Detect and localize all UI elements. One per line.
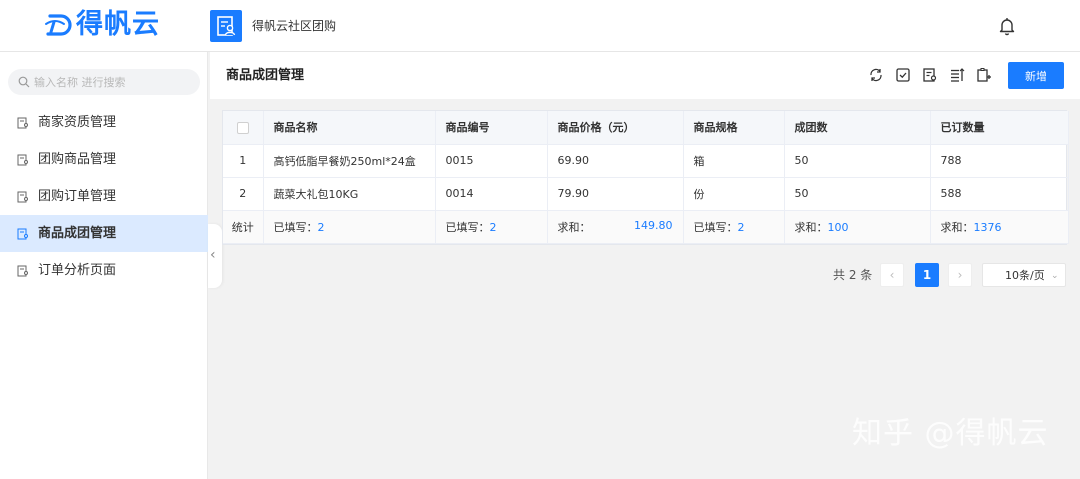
summary-value: 2 [317, 220, 325, 234]
cell-product-name: 高钙低脂早餐奶250ml*24盒 [263, 144, 436, 178]
cell-product-code: 0014 [435, 177, 548, 211]
bell-icon[interactable] [998, 16, 1016, 36]
summary-prefix: 求和： [940, 220, 974, 234]
sidebar-item-label: 团购商品管理 [38, 152, 117, 167]
summary-value: 2 [737, 220, 745, 234]
add-button[interactable]: 新增 [1008, 62, 1064, 89]
form-icon [17, 117, 28, 129]
summary-cell: 已填写：2 [435, 210, 548, 244]
select-all-checkbox[interactable] [223, 111, 264, 145]
summary-cell: 求和：100 [784, 210, 931, 244]
column-header[interactable]: 成团数 [784, 111, 931, 145]
chevron-left-icon: ‹ [210, 247, 216, 263]
summary-value: 1376 [973, 220, 1002, 234]
column-header[interactable]: 商品名称 [263, 111, 436, 145]
cell-group-count: 50 [784, 177, 931, 211]
page-title: 商品成团管理 [226, 68, 305, 83]
page-1-button[interactable]: 1 [915, 263, 939, 287]
app-title: 得帆云社区团购 [252, 19, 337, 33]
column-header[interactable]: 商品编号 [435, 111, 548, 145]
form-icon [17, 265, 28, 277]
logo[interactable]: 得帆云 [44, 8, 160, 42]
form-icon [17, 154, 28, 166]
page-size-select[interactable]: 10条/页 ⌄ [982, 263, 1066, 287]
sidebar-collapse-handle[interactable]: ‹ [208, 224, 222, 288]
sidebar-item-group-formation[interactable]: 商品成团管理 [0, 215, 208, 252]
sidebar-item-label: 订单分析页面 [38, 263, 117, 278]
checkbox-icon [236, 121, 249, 134]
column-header[interactable]: 商品规格 [683, 111, 785, 145]
app-icon[interactable] [210, 10, 242, 42]
checkbox-select-icon[interactable] [895, 67, 911, 83]
summary-prefix: 已填写： [273, 220, 318, 234]
sidebar-item-merchant-qualification[interactable]: 商家资质管理 [0, 104, 208, 141]
cell-spec: 份 [683, 177, 785, 211]
table-row[interactable]: 2 蔬菜大礼包10KG 0014 79.90 份 50 588 [223, 177, 1069, 211]
summary-value: 2 [489, 220, 497, 234]
summary-prefix: 已填写： [693, 220, 738, 234]
summary-prefix: 已填写： [445, 220, 490, 234]
content-toolbar: 商品成团管理 新增 [210, 52, 1080, 99]
page-size-label: 10条/页 [1005, 269, 1045, 282]
sidebar-item-group-products[interactable]: 团购商品管理 [0, 141, 208, 178]
sidebar-item-label: 商品成团管理 [38, 226, 117, 241]
form-view-icon[interactable] [922, 67, 938, 83]
column-sort-icon[interactable] [949, 67, 965, 83]
add-document-icon[interactable] [976, 67, 992, 83]
pagination-total: 共 2 条 [833, 268, 873, 282]
cell-ordered: 788 [930, 144, 1069, 178]
summary-cell: 已填写：2 [683, 210, 785, 244]
data-table: 商品名称 商品编号 商品价格（元） 商品规格 成团数 已订数量 1 高钙低脂早餐… [222, 110, 1069, 245]
cell-product-code: 0015 [435, 144, 548, 178]
sidebar-item-order-analysis[interactable]: 订单分析页面 [0, 252, 208, 289]
prev-page-button[interactable]: ‹ [880, 263, 904, 287]
sidebar-item-label: 团购订单管理 [38, 189, 117, 204]
logo-mark-icon [45, 14, 72, 36]
summary-cell: 求和：1376 [930, 210, 1069, 244]
table-header-row: 商品名称 商品编号 商品价格（元） 商品规格 成团数 已订数量 [223, 111, 1069, 145]
search-icon [18, 76, 30, 88]
watermark: 知乎 @得帆云 [852, 416, 1049, 451]
summary-cell: 求和： 149.80 [547, 210, 684, 244]
sidebar-item-label: 商家资质管理 [38, 115, 117, 130]
summary-row: 统计 已填写：2 已填写：2 求和： 149.80 已填写：2 求和：100 求和… [223, 210, 1069, 244]
sidebar: 商家资质管理 团购商品管理 团购订单管理 商品成团管理 订单分析页面 [0, 52, 208, 479]
summary-value: 100 [827, 220, 849, 234]
column-header[interactable]: 已订数量 [930, 111, 1069, 145]
search-input[interactable] [34, 73, 194, 91]
column-header[interactable]: 商品价格（元） [547, 111, 684, 145]
summary-prefix: 求和： [557, 220, 591, 234]
logo-text: 得帆云 [76, 9, 160, 40]
form-icon [17, 191, 28, 203]
summary-cell: 已填写：2 [263, 210, 436, 244]
next-page-button[interactable]: › [948, 263, 972, 287]
refresh-icon[interactable] [868, 67, 884, 83]
table-row[interactable]: 1 高钙低脂早餐奶250ml*24盒 0015 69.90 箱 50 788 [223, 144, 1069, 178]
form-icon [17, 228, 28, 240]
cell-group-count: 50 [784, 144, 931, 178]
cell-price: 79.90 [547, 177, 684, 211]
cell-product-name: 蔬菜大礼包10KG [263, 177, 436, 211]
cell-price: 69.90 [547, 144, 684, 178]
summary-prefix: 求和： [794, 220, 828, 234]
cell-ordered: 588 [930, 177, 1069, 211]
summary-value: 149.80 [634, 218, 673, 232]
chevron-down-icon: ⌄ [1051, 271, 1059, 281]
summary-label: 统计 [223, 210, 264, 244]
sidebar-item-group-orders[interactable]: 团购订单管理 [0, 178, 208, 215]
top-header: 得帆云 得帆云社区团购 [0, 0, 1080, 52]
cell-spec: 箱 [683, 144, 785, 178]
row-index: 1 [223, 144, 264, 178]
form-user-icon [217, 16, 236, 36]
row-index: 2 [223, 177, 264, 211]
